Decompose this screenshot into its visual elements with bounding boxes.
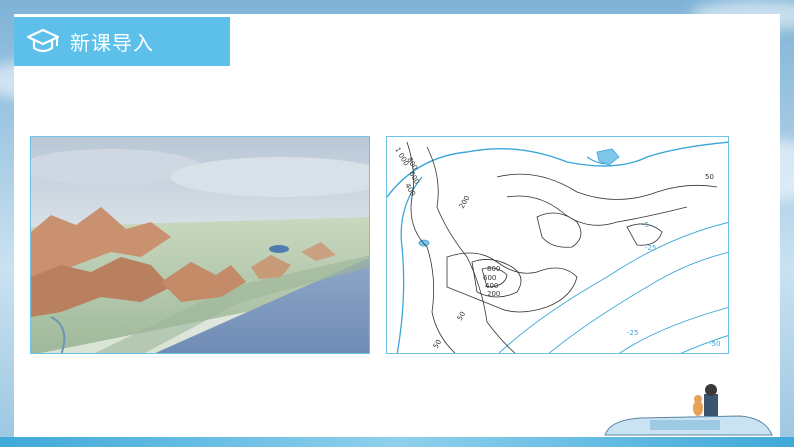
isobath-label: -25 (645, 244, 656, 252)
contour-label: 50 (432, 338, 443, 350)
contour-label: 400 (485, 282, 498, 290)
contour-map: 1 000 800 600 400 200 800 600 400 200 50… (386, 136, 729, 354)
decorative-car-illustration (600, 380, 775, 440)
section-banner: 新课导入 (14, 17, 230, 66)
contour-label: 800 (487, 265, 500, 273)
contour-label: 200 (487, 290, 500, 298)
contour-label: 600 (483, 274, 496, 282)
terrain-illustration (30, 136, 370, 354)
isobath-label: -5 (642, 221, 649, 229)
isobath-label: -50 (709, 340, 720, 348)
isobath-label: -25 (627, 329, 638, 337)
graduation-cap-icon (20, 17, 66, 66)
contour-label: 50 (456, 310, 467, 322)
contour-label: 50 (705, 173, 714, 181)
contour-label: 200 (458, 194, 472, 210)
banner-title: 新课导入 (70, 31, 154, 55)
bottom-decorative-strip (0, 437, 794, 447)
